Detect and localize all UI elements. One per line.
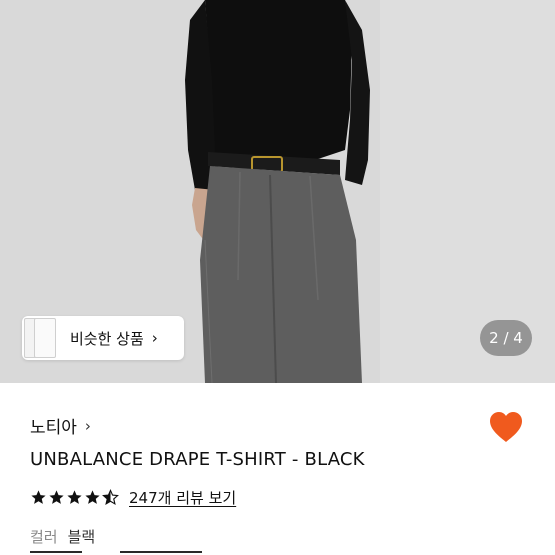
- chevron-right-icon: ›: [84, 416, 91, 435]
- chevron-right-icon: ›: [151, 329, 158, 347]
- product-title: UNBALANCE DRAPE T-SHIRT - BLACK: [30, 449, 365, 470]
- image-pager: 2 / 4: [480, 320, 532, 356]
- option-value: 블랙: [67, 528, 96, 546]
- review-link[interactable]: 247개 리뷰 보기: [129, 487, 236, 508]
- star-half-icon: [102, 489, 119, 506]
- rating-row: 247개 리뷰 보기: [30, 487, 236, 508]
- divider: [30, 551, 82, 555]
- brand-name: 노티아: [30, 418, 77, 438]
- divider: [120, 551, 202, 555]
- heart-icon[interactable]: [488, 410, 524, 444]
- similar-products-button[interactable]: 비슷한 상품 ›: [22, 316, 184, 360]
- star-filled-icon: [67, 490, 82, 504]
- similar-thumbnails: [22, 316, 64, 360]
- similar-products-label: 비슷한 상품: [70, 329, 144, 348]
- brand-link[interactable]: 노티아 ›: [30, 413, 91, 439]
- thumbnail: [34, 318, 56, 358]
- star-filled-icon: [31, 490, 46, 504]
- option-row: 컬러 블랙: [30, 526, 95, 547]
- option-label: 컬러: [30, 528, 58, 546]
- star-filled-icon: [49, 490, 64, 504]
- star-filled-icon: [85, 490, 100, 504]
- product-photo[interactable]: 비슷한 상품 › 2 / 4: [0, 0, 555, 383]
- star-rating: [30, 489, 120, 506]
